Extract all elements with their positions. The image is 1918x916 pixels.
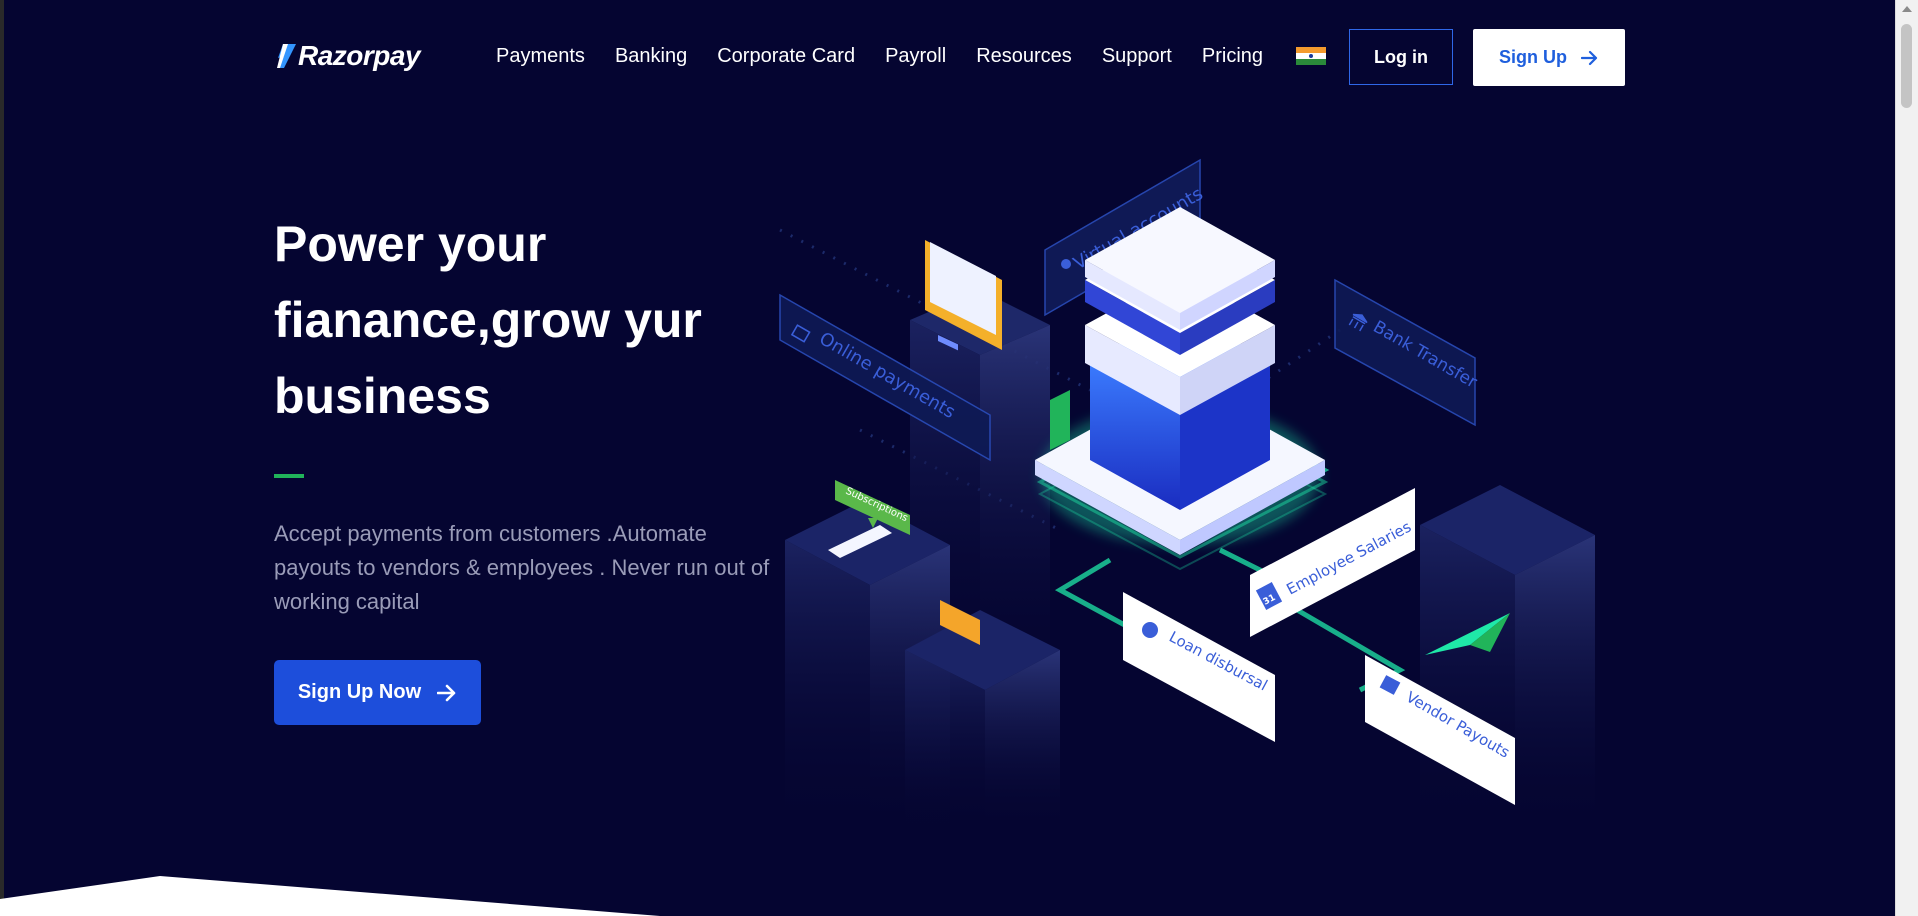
nav-item-payroll[interactable]: Payroll — [885, 45, 946, 68]
arrow-right-icon — [437, 684, 456, 701]
nav-item-banking[interactable]: Banking — [615, 45, 687, 68]
window-frame — [0, 0, 4, 916]
signup-button[interactable]: Sign Up — [1473, 29, 1625, 86]
razorpay-logo-icon — [277, 44, 296, 68]
signup-now-label: Sign Up Now — [297, 681, 422, 703]
nav-item-corporate-card[interactable]: Corporate Card — [717, 45, 855, 68]
razorpay-logo[interactable]: Razorpay — [274, 40, 421, 72]
chip-icon — [1050, 390, 1070, 450]
nav-item-support[interactable]: Support — [1102, 45, 1172, 68]
vertical-scrollbar[interactable] — [1895, 0, 1918, 916]
signup-now-button[interactable]: Sign Up Now — [274, 660, 481, 725]
login-button[interactable]: Log in — [1349, 29, 1453, 85]
nav-item-pricing[interactable]: Pricing — [1202, 45, 1263, 68]
nav-item-resources[interactable]: Resources — [976, 45, 1072, 68]
nav-item-payments[interactable]: Payments — [496, 45, 585, 68]
brand-name: Razorpay — [298, 40, 421, 71]
user-icon — [1061, 259, 1071, 269]
section-divider-wave — [0, 876, 660, 916]
hero-illustration: Virtual accounts Online payments Bank Tr… — [779, 158, 1595, 830]
scroll-up-icon[interactable] — [1902, 6, 1912, 12]
hero-description: Accept payments from customers .Automate… — [274, 521, 770, 614]
scrollbar-thumb[interactable] — [1901, 24, 1912, 108]
signup-button-label: Sign Up — [1499, 47, 1567, 67]
main-nav: Payments Banking Corporate Card Payroll … — [496, 45, 1263, 68]
loan-icon — [1142, 622, 1158, 638]
accent-divider — [274, 474, 304, 478]
arrow-right-icon — [1581, 50, 1598, 65]
hero-title: Power your fianance,grow yur business — [274, 216, 702, 424]
bank-transfer-card: Bank Transfer — [1334, 278, 1480, 427]
india-flag-icon[interactable] — [1296, 47, 1326, 65]
